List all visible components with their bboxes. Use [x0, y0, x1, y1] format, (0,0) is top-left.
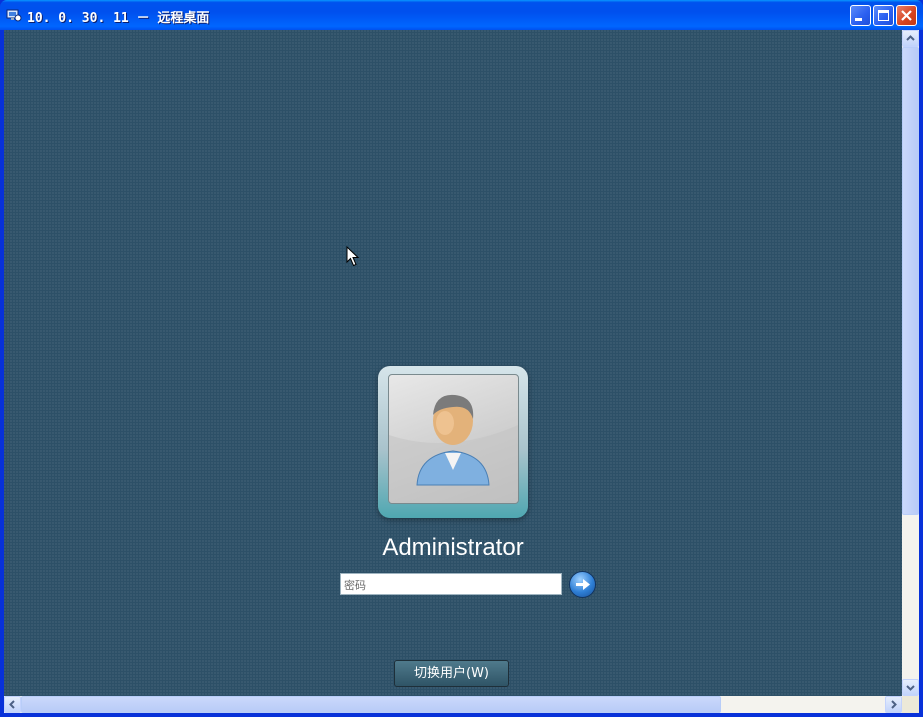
user-avatar-icon	[388, 374, 519, 504]
minimize-button[interactable]	[850, 5, 871, 26]
scroll-right-button[interactable]	[885, 696, 902, 713]
minimize-icon	[855, 18, 862, 21]
mouse-pointer-icon	[346, 246, 360, 267]
user-tile[interactable]	[378, 366, 528, 518]
login-submit-button[interactable]	[569, 571, 596, 598]
maximize-icon	[878, 10, 889, 21]
vertical-scrollbar[interactable]	[902, 30, 919, 696]
password-input[interactable]	[340, 573, 562, 595]
maximize-button[interactable]	[873, 5, 894, 26]
scroll-down-button[interactable]	[902, 679, 919, 696]
close-icon	[901, 10, 912, 21]
remote-desktop-area[interactable]: Administrator 切换用户(W)	[4, 30, 902, 696]
remote-desktop-icon	[6, 7, 22, 23]
arrow-right-icon	[576, 579, 590, 590]
scroll-left-button[interactable]	[4, 696, 21, 713]
close-button[interactable]	[896, 5, 917, 26]
chevron-right-icon	[891, 700, 897, 709]
window-title: 10. 0. 30. 11 － 远程桌面	[27, 11, 210, 26]
username-label: Administrator	[382, 534, 524, 561]
chevron-down-icon	[906, 685, 915, 691]
horizontal-scroll-thumb[interactable]	[21, 696, 721, 713]
vertical-scroll-thumb[interactable]	[902, 47, 919, 515]
resize-grip-icon[interactable]	[902, 696, 919, 713]
chevron-left-icon	[9, 700, 15, 709]
title-bar[interactable]: 10. 0. 30. 11 － 远程桌面	[0, 0, 923, 30]
horizontal-scrollbar[interactable]	[4, 696, 902, 713]
remote-desktop-window: 10. 0. 30. 11 － 远程桌面 Administrator 切换用户(…	[0, 0, 923, 717]
chevron-up-icon	[906, 35, 915, 41]
scroll-up-button[interactable]	[902, 30, 919, 47]
switch-user-button[interactable]: 切换用户(W)	[394, 660, 509, 687]
